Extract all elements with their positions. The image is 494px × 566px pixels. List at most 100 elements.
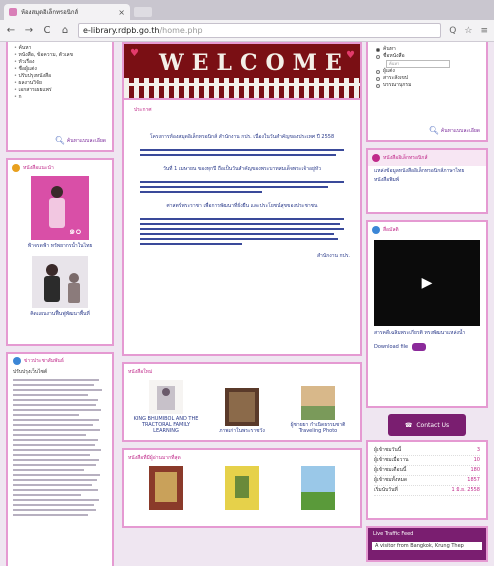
search-option[interactable]: ค้นหา [376, 46, 478, 53]
address-bar[interactable]: e-library.rdpb.go.th/home.php [78, 23, 442, 38]
book-cover-image[interactable] [149, 466, 183, 510]
category-item[interactable]: หนังสือ, ข้อความ, ตัวเลข [14, 52, 106, 59]
fence-decoration [124, 78, 360, 98]
magnifier-icon: 🔍︎ [428, 126, 439, 135]
category-item[interactable]: ชื่อผู้แต่ง [14, 66, 106, 73]
advanced-search-link[interactable]: 🔍︎ ค้นหาแบบละเอียด [55, 136, 106, 145]
stat-value: 3 [476, 447, 480, 453]
media-header: สื่อมัลติ [368, 222, 486, 238]
play-icon[interactable]: ▶ [422, 275, 433, 291]
book-caption[interactable]: คิดเเผนงานฟื้นฟูพัฒนาพื้นที่ [8, 310, 112, 318]
reload-icon[interactable]: C [42, 25, 52, 36]
book-caption[interactable]: ฟ้าจรดฟ้า ทรัพยากรน้ำในไทย [8, 242, 112, 250]
category-item[interactable]: ปรับปรุงหนังสือ [14, 73, 106, 80]
stat-value: 10 [473, 457, 480, 463]
search-option[interactable]: ผู้แต่ง [376, 68, 478, 75]
download-link[interactable]: Download file [374, 343, 480, 351]
news-text-block [13, 379, 107, 516]
recommended-header: หนังสือแนะนำ [8, 160, 112, 176]
search-option[interactable]: สาระสังเขป [376, 75, 478, 82]
category-item[interactable]: เอกสารเผยแพร่ [14, 87, 106, 94]
star-badge-icon [12, 164, 20, 172]
new-books-box: หนังสือใหม่ KING BHUMIBOL AND THE TRACTO… [122, 362, 362, 442]
tab-title: ห้องสมุดอิเล็กทรอนิกส์ [21, 9, 79, 16]
media-box: สื่อมัลติ ▶ สารคดีเฉลิมพระเกียรติ ทรงพัฒ… [366, 220, 488, 408]
category-item[interactable]: หัวเรื่อง [14, 59, 106, 66]
book-cover-image [149, 380, 183, 414]
category-item[interactable]: ก [14, 94, 106, 101]
search-input[interactable]: ค้นหา [386, 60, 450, 68]
category-list: ค้นหา หนังสือ, ข้อความ, ตัวเลข หัวเรื่อง… [14, 45, 106, 101]
video-player[interactable]: ▶ [374, 240, 480, 326]
ebooks-item[interactable]: หนังสือพิมพ์ [374, 177, 480, 184]
category-item[interactable]: ผลงานวิจัย [14, 80, 106, 87]
stat-value: 180 [470, 467, 480, 473]
book-cover-image [225, 388, 259, 426]
url-host: e-library.rdpb.go.th [83, 26, 160, 35]
stat-row: ผู้เข้าชมทั้งหมด 1857 [374, 476, 480, 486]
ebooks-item[interactable]: แหล่งข้อมูลหนังสืออิเล็กทรอนิกส์ภาษาไทย [374, 168, 480, 175]
search-icon[interactable]: Q [449, 26, 456, 36]
stat-label: ผู้เข้าชมเดือนนี้ [374, 467, 407, 473]
new-book-item[interactable]: KING BHUMIBOL AND THE TRACTORAL FAMILY L… [131, 380, 201, 434]
book-cover-image[interactable]: ๑๐ [31, 176, 89, 240]
search-option-label: ชื่อหนังสือ [383, 53, 405, 59]
book-cover-image[interactable] [225, 466, 259, 510]
welcome-banner: ♥ ♥ WELCOME [122, 42, 362, 98]
media-caption[interactable]: สารคดีเฉลิมพระเกียรติ ทรงพัฒนาแหล่งน้ำ [374, 330, 480, 337]
stat-row: ผู้เข้าชมวันนี้ 3 [374, 446, 480, 456]
new-book-item[interactable]: ภาพเก่าในพระราชวัง [207, 388, 277, 434]
stat-row: เริ่มนับวันที่ 1 มิ.ย. 2558 [374, 486, 480, 496]
book-cover-image [301, 386, 335, 420]
banner-text: WELCOME [159, 50, 350, 76]
back-icon[interactable]: ← [6, 25, 16, 36]
book-caption: ผู้ชายยา กำเนิดธรรมชาติ Traveling Photo [290, 422, 346, 434]
news-box: ข่าวประชาสัมพันธ์ ปรับปรุงเว็บไซต์ [6, 352, 114, 566]
book-caption: ภาพเก่าในพระราชวัง [219, 428, 265, 434]
new-book-item[interactable]: ผู้ชายยา กำเนิดธรรมชาติ Traveling Photo [283, 386, 353, 434]
globe-icon [13, 357, 21, 365]
phone-icon: ☎ [404, 421, 413, 429]
traffic-feed-box: Live Traffic Feed A visitor from Bangkok… [366, 526, 488, 562]
ebooks-header: หนังสืออิเล็กทรอนิกส์ [368, 150, 486, 166]
search-box: ค้นหา ชื่อหนังสือ ค้นหา ผู้แต่ง สาระสังเ… [366, 42, 488, 142]
book-cover-image[interactable] [301, 466, 335, 510]
stat-label: ผู้เข้าชมวันนี้ [374, 447, 402, 453]
left-column: ค้นหา หนังสือ, ข้อความ, ตัวเลข หัวเรื่อง… [6, 42, 114, 566]
category-item[interactable]: ค้นหา [14, 45, 106, 52]
traffic-entry[interactable]: A visitor from Bangkok, Krung Thep [372, 542, 482, 550]
browser-tab[interactable]: ห้องสมุดอิเล็กทรอนิกส์ × [4, 4, 130, 20]
popular-books-row [128, 466, 356, 510]
announcement-signature: สำนักงาน กปร. [316, 253, 350, 259]
new-books-label: หนังสือใหม่ [128, 369, 153, 375]
star-icon[interactable]: ☆ [464, 26, 472, 36]
media-heading: สื่อมัลติ [383, 227, 399, 233]
advanced-search-link[interactable]: 🔍︎ ค้นหาแบบละเอียด [429, 126, 480, 135]
search-option[interactable]: บรรณานุกรม [376, 82, 478, 89]
search-option[interactable]: ชื่อหนังสือ [376, 53, 478, 60]
category-box: ค้นหา หนังสือ, ข้อความ, ตัวเลข หัวเรื่อง… [6, 42, 114, 152]
new-books-row: KING BHUMIBOL AND THE TRACTORAL FAMILY L… [128, 380, 356, 434]
book-cover-image[interactable] [32, 256, 88, 308]
announcement-text-block [140, 218, 344, 245]
recommended-heading: หนังสือแนะนำ [23, 165, 54, 171]
traffic-heading: Live Traffic Feed [373, 531, 414, 537]
stat-value: 1857 [467, 477, 480, 483]
tab-bar: ห้องสมุดอิเล็กทรอนิกส์ × [0, 0, 494, 20]
news-subheading: ปรับปรุงเว็บไซต์ [13, 369, 48, 375]
announcement-paragraph: โครงการห้องสมุดอิเล็กทรอนิกส์ สำนักงาน ก… [149, 134, 335, 140]
radio-icon [376, 54, 380, 59]
menu-icon[interactable]: ≡ [480, 26, 488, 36]
center-column: ♥ ♥ WELCOME ประกาศ โครงการห้องสมุดอิเล็ก… [122, 42, 362, 534]
forward-icon[interactable]: → [24, 25, 34, 36]
close-icon[interactable]: × [118, 8, 125, 17]
contact-us-button[interactable]: ☎ Contact Us [388, 414, 466, 436]
download-label: Download file [374, 344, 409, 350]
announcement-text-block [140, 181, 344, 193]
announcement-paragraph: วันที่ 1 เมษายน ของทุกปี ถือเป็นวันสำคัญ… [162, 166, 322, 172]
radio-icon [376, 47, 380, 52]
new-tab-button[interactable] [134, 7, 152, 17]
home-icon[interactable]: ⌂ [60, 25, 70, 36]
announcement-label: ประกาศ [134, 107, 152, 113]
news-header: ข่าวประชาสัมพันธ์ [13, 357, 107, 365]
